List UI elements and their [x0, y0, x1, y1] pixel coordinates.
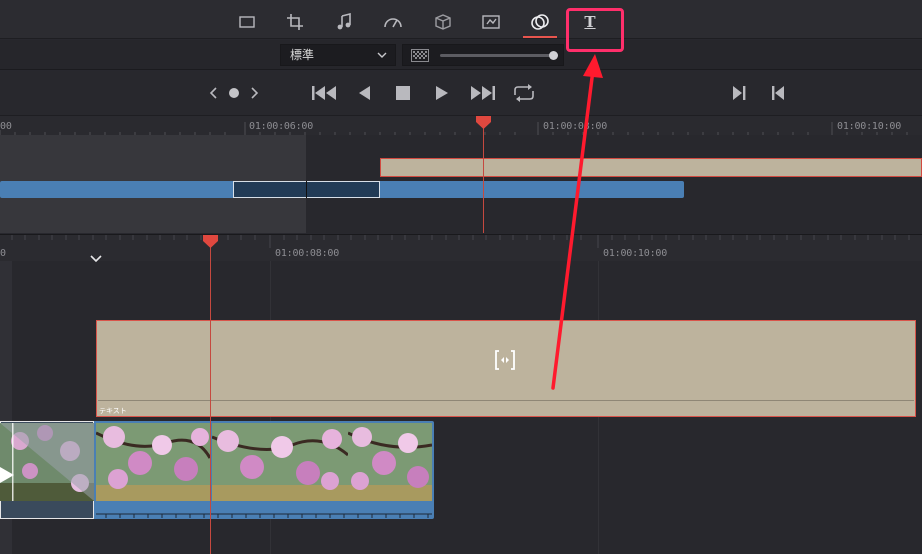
- thumbnail-frame: [348, 423, 432, 501]
- play-reverse-icon[interactable]: [352, 83, 376, 103]
- mini-playhead-line: [483, 125, 484, 233]
- chevron-down-icon: [377, 52, 387, 58]
- zoom-slider-track[interactable]: [440, 54, 554, 57]
- timecode-1: 01:00:08:00: [275, 248, 340, 259]
- crop-icon[interactable]: [280, 8, 310, 36]
- go-to-start-icon[interactable]: [310, 83, 338, 103]
- stabilize-icon[interactable]: [476, 8, 506, 36]
- transform-handle-icon[interactable]: [494, 349, 516, 371]
- text-clip-label: テキスト: [99, 407, 127, 415]
- mini-timecode-0: 00: [0, 121, 12, 132]
- view-mode-select[interactable]: 標準: [280, 44, 396, 66]
- stop-icon[interactable]: [391, 83, 415, 103]
- mini-text-clip[interactable]: [380, 158, 922, 177]
- inspector-toolbar: [0, 0, 922, 39]
- next-clip-icon[interactable]: [727, 83, 751, 103]
- thumbnail-frame: [96, 423, 210, 501]
- thumbnail-frame: [212, 423, 348, 501]
- thumbnail-frame: [0, 423, 94, 501]
- play-icon[interactable]: [430, 83, 454, 103]
- highlight-box: [566, 8, 624, 52]
- music-note-icon[interactable]: [329, 8, 359, 36]
- mini-timecode-1: 01:00:06:00: [249, 121, 314, 132]
- playhead-handle[interactable]: [202, 234, 219, 249]
- speedometer-icon[interactable]: [378, 8, 408, 36]
- timecode-0: 0: [0, 248, 6, 259]
- loop-icon[interactable]: [510, 83, 538, 103]
- timeline-ruler[interactable]: [0, 234, 922, 261]
- annotation-arrow: [551, 54, 603, 390]
- mini-timeline-ruler[interactable]: [0, 115, 922, 136]
- mini-timecode-3: 01:00:10:00: [837, 121, 902, 132]
- active-tab-indicator: [523, 36, 557, 38]
- go-to-end-icon[interactable]: [469, 83, 497, 103]
- timecode-2: 01:00:10:00: [603, 248, 668, 259]
- checkerboard-icon[interactable]: [411, 49, 429, 62]
- playhead-line: [210, 244, 211, 554]
- mini-clip-split: [306, 181, 307, 198]
- clip-divider: [98, 400, 914, 401]
- color-circles-icon[interactable]: [525, 8, 555, 36]
- cube-icon[interactable]: [428, 8, 458, 36]
- view-mode-value: 標準: [290, 48, 315, 62]
- chevron-down-icon[interactable]: [90, 255, 102, 263]
- transform-icon[interactable]: [232, 8, 262, 36]
- mini-playhead-handle[interactable]: [475, 115, 492, 130]
- prev-clip-icon[interactable]: [766, 83, 790, 103]
- clip-frame-ticks: [96, 513, 432, 518]
- next-edit-icon[interactable]: [242, 83, 266, 103]
